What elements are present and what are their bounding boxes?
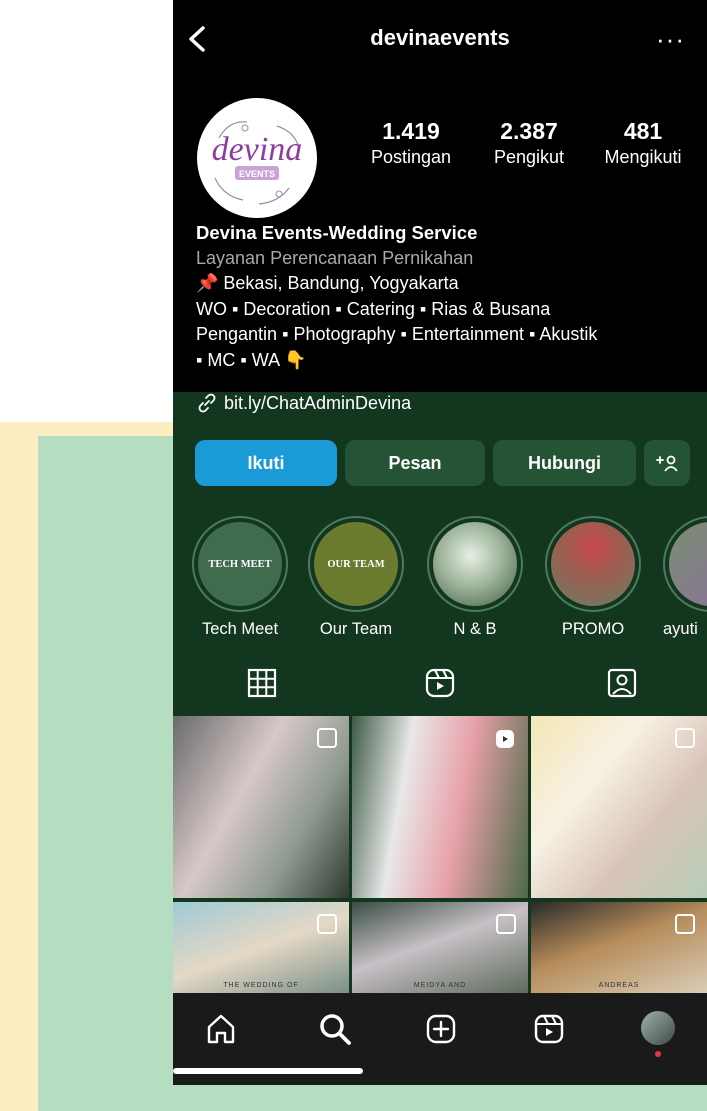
- highlight-label: Our Team: [319, 620, 393, 638]
- bio-link-text: bit.ly/ChatAdminDevina: [224, 392, 412, 413]
- top-bar: devinaevents ···: [173, 0, 707, 78]
- highlight-ayuti[interactable]: ayuti: [649, 516, 707, 639]
- stat-followers-label: Pengikut: [493, 147, 565, 167]
- post-caption-text: THE WEDDING OF: [223, 982, 299, 989]
- avatar-logo-subtext: EVENTS: [239, 169, 275, 179]
- post-thumbnail[interactable]: [173, 716, 349, 898]
- post-caption-text: MEIDYA AND: [413, 982, 467, 989]
- highlight-our-team[interactable]: OUR TEAM Our Team: [301, 516, 411, 639]
- avatar-logo-text: devina: [212, 131, 303, 168]
- message-button[interactable]: Pesan: [345, 440, 485, 486]
- contact-button[interactable]: Hubungi: [493, 440, 636, 486]
- stat-posts[interactable]: 1.419 Postingan: [361, 118, 461, 168]
- content-tabs: [173, 666, 707, 712]
- post-thumbnail[interactable]: MEIDYA AND: [352, 902, 528, 993]
- profile-nav-avatar[interactable]: [641, 1011, 675, 1045]
- bio-category: Layanan Perencanaan Pernikahan: [196, 247, 474, 268]
- grid-icon[interactable]: [245, 666, 279, 700]
- highlight-n-b[interactable]: N & B: [420, 516, 530, 639]
- highlight-cover-ayuti: [669, 522, 707, 606]
- follow-button[interactable]: Ikuti: [195, 440, 337, 486]
- more-options-icon[interactable]: ···: [656, 24, 685, 55]
- stat-following-label: Mengikuti: [604, 147, 682, 167]
- reels-nav-icon[interactable]: [531, 1011, 567, 1047]
- bio-name: Devina Events-Wedding Service: [196, 222, 478, 243]
- highlight-promo[interactable]: PROMO: [538, 516, 648, 639]
- bio-services-line1: WO ▪ Decoration ▪ Catering ▪ Rias & Busa…: [196, 298, 551, 319]
- bio-services-line3: ▪ MC ▪ WA 👇: [196, 349, 307, 370]
- highlight-label: PROMO: [561, 620, 625, 638]
- stat-followers-value: 2.387: [500, 118, 558, 144]
- highlight-cover-promo: [551, 522, 635, 606]
- instagram-profile-screen: devinaevents ··· devina EVENTS 1.419 Pos…: [173, 0, 707, 1085]
- home-indicator[interactable]: [173, 1068, 363, 1074]
- multiple-photos-icon: [317, 914, 337, 934]
- post-thumbnail[interactable]: THE WEDDING OF: [173, 902, 349, 993]
- profile-avatar[interactable]: devina EVENTS: [197, 98, 317, 218]
- search-icon[interactable]: [317, 1011, 353, 1047]
- profile-username: devinaevents: [370, 25, 510, 50]
- multiple-photos-icon: [675, 914, 695, 934]
- add-person-icon: [656, 455, 678, 472]
- profile-bio: Devina Events-Wedding Service Layanan Pe…: [196, 220, 696, 373]
- post-thumbnail[interactable]: [531, 716, 707, 898]
- multiple-photos-icon: [317, 728, 337, 748]
- highlight-label: ayuti: [663, 620, 698, 638]
- bio-services-line2: Pengantin ▪ Photography ▪ Entertainment …: [196, 324, 598, 344]
- bio-link[interactable]: bit.ly/ChatAdminDevina: [196, 392, 411, 414]
- stat-posts-label: Postingan: [370, 147, 452, 167]
- add-user-button[interactable]: [644, 440, 690, 486]
- bio-location: 📌 Bekasi, Bandung, Yogyakarta: [196, 273, 459, 293]
- post-thumbnail[interactable]: [352, 716, 528, 898]
- highlight-cover-tech-meet: TECH MEET: [198, 522, 282, 606]
- highlight-tech-meet[interactable]: TECH MEET Tech Meet: [185, 516, 295, 639]
- create-post-icon[interactable]: [423, 1011, 459, 1047]
- stat-followers[interactable]: 2.387 Pengikut: [479, 118, 579, 168]
- reel-indicator-icon: [496, 730, 514, 748]
- multiple-photos-icon: [496, 914, 516, 934]
- tagged-icon[interactable]: [605, 666, 639, 700]
- highlight-label: N & B: [453, 620, 497, 638]
- highlight-cover-n-b: [433, 522, 517, 606]
- reels-icon[interactable]: [423, 666, 457, 700]
- link-icon: [198, 393, 216, 413]
- post-thumbnail[interactable]: ANDREAS: [531, 902, 707, 993]
- notification-dot: [655, 1051, 661, 1057]
- home-icon[interactable]: [203, 1011, 239, 1047]
- highlight-cover-our-team: OUR TEAM: [314, 522, 398, 606]
- multiple-photos-icon: [675, 728, 695, 748]
- post-caption-text: ANDREAS: [598, 982, 640, 989]
- stat-posts-value: 1.419: [382, 118, 440, 144]
- highlight-label: Tech Meet: [201, 620, 279, 638]
- stat-following-value: 481: [623, 118, 663, 144]
- stat-following[interactable]: 481 Mengikuti: [591, 118, 695, 168]
